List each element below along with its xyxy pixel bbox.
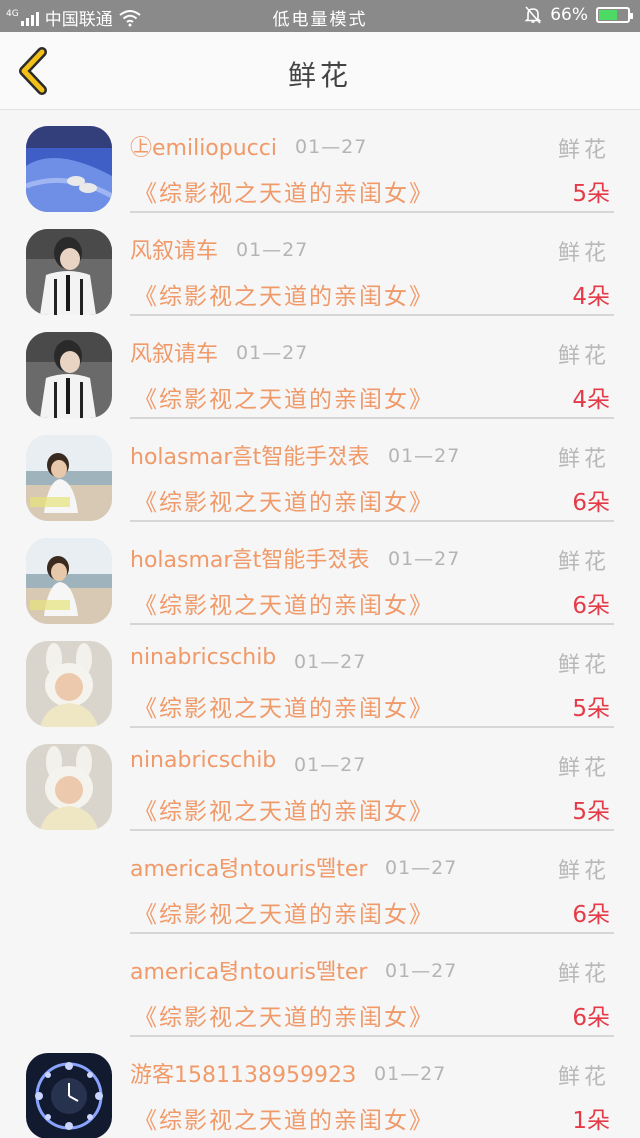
gift-type: 鲜花 bbox=[557, 138, 610, 163]
gift-count: 5朵 bbox=[572, 181, 610, 207]
list-item[interactable]: holasmar흠t智能手졌表 01—27 鲜花《综影视之天道的亲闺女》 6朵 bbox=[0, 425, 640, 528]
status-right: 66% bbox=[524, 5, 633, 25]
nav-bar: 鲜花 bbox=[0, 32, 640, 110]
book-title[interactable]: 《综影视之天道的亲闺女》 bbox=[134, 586, 434, 620]
gift-type: 鲜花 bbox=[557, 550, 610, 575]
book-title[interactable]: 《综影视之天道的亲闺女》 bbox=[134, 792, 434, 826]
book-title[interactable]: 《综影视之天道的亲闺女》 bbox=[134, 277, 434, 311]
sender-name[interactable]: holasmar흠t智能手졌表 bbox=[130, 439, 370, 471]
avatar[interactable] bbox=[26, 126, 112, 212]
gift-count: 6朵 bbox=[572, 490, 610, 516]
sender-name[interactable]: america텽ntouris뗄ter bbox=[130, 851, 367, 883]
row-divider bbox=[130, 829, 614, 831]
sender-name[interactable]: ninabricschib bbox=[130, 748, 276, 773]
sender-name[interactable]: 风叙请车 bbox=[130, 336, 218, 368]
sender-name[interactable]: ㊤emiliopucci bbox=[130, 130, 277, 162]
row-divider bbox=[130, 314, 614, 316]
avatar[interactable] bbox=[26, 538, 112, 624]
sender-name[interactable]: america텽ntouris뗄ter bbox=[130, 954, 367, 986]
gift-count: 6朵 bbox=[572, 593, 610, 619]
list-item[interactable]: holasmar흠t智能手졌表 01—27 鲜花《综影视之天道的亲闺女》 6朵 bbox=[0, 528, 640, 631]
gift-type: 鲜花 bbox=[557, 962, 610, 987]
sender-name[interactable]: 风叙请车 bbox=[130, 233, 218, 265]
row-divider bbox=[130, 211, 614, 213]
list-item[interactable]: america텽ntouris뗄ter 01—27 鲜花《综影视之天道的亲闺女》 6朵 bbox=[0, 837, 640, 940]
avatar[interactable] bbox=[26, 744, 112, 830]
book-title[interactable]: 《综影视之天道的亲闺女》 bbox=[134, 689, 434, 723]
row-divider bbox=[130, 1035, 614, 1037]
gift-type: 鲜花 bbox=[557, 447, 610, 472]
row-divider bbox=[130, 726, 614, 728]
gift-count: 6朵 bbox=[572, 902, 610, 928]
sender-name[interactable]: ninabricschib bbox=[130, 645, 276, 670]
book-title[interactable]: 《综影视之天道的亲闺女》 bbox=[134, 895, 434, 929]
gift-count: 5朵 bbox=[572, 799, 610, 825]
battery-icon bbox=[596, 7, 633, 23]
list-item[interactable]: america텽ntouris뗄ter 01—27 鲜花《综影视之天道的亲闺女》 6朵 bbox=[0, 940, 640, 1043]
gift-date: 01—27 bbox=[385, 960, 458, 982]
row-divider bbox=[130, 417, 614, 419]
list-item[interactable]: 风叙请车 01—27 鲜花《综影视之天道的亲闺女》 4朵 bbox=[0, 219, 640, 322]
avatar[interactable] bbox=[26, 435, 112, 521]
gift-type: 鲜花 bbox=[557, 653, 610, 678]
sender-name[interactable]: 游客158113895992З bbox=[130, 1057, 356, 1089]
list-item[interactable]: 游客158113895992З 01—27 鲜花《综影视之天道的亲闺女》 1朵 bbox=[0, 1043, 640, 1138]
gift-count: 6朵 bbox=[572, 1005, 610, 1031]
gift-type: 鲜花 bbox=[557, 344, 610, 369]
row-divider bbox=[130, 623, 614, 625]
book-title[interactable]: 《综影视之天道的亲闺女》 bbox=[134, 1101, 434, 1135]
list-item[interactable]: ㊤emiliopucci 01—27 鲜花《综影视之天道的亲闺女》 5朵 bbox=[0, 116, 640, 219]
battery-fill bbox=[599, 10, 618, 20]
gift-count: 1朵 bbox=[572, 1108, 610, 1134]
gift-date: 01—27 bbox=[294, 651, 367, 673]
sender-name[interactable]: holasmar흠t智能手졌表 bbox=[130, 542, 370, 574]
book-title[interactable]: 《综影视之天道的亲闺女》 bbox=[134, 174, 434, 208]
avatar[interactable] bbox=[26, 229, 112, 315]
gift-count: 5朵 bbox=[572, 696, 610, 722]
book-title[interactable]: 《综影视之天道的亲闺女》 bbox=[134, 998, 434, 1032]
mute-icon bbox=[524, 6, 542, 24]
gift-count: 4朵 bbox=[572, 284, 610, 310]
gift-date: 01—27 bbox=[388, 548, 461, 570]
gift-date: 01—27 bbox=[236, 239, 309, 261]
flower-gift-list: ㊤emiliopucci 01—27 鲜花 《综影视之天道的亲闺女》 5朵 风叙请车 01—… bbox=[0, 116, 640, 1138]
book-title[interactable]: 《综影视之天道的亲闺女》 bbox=[134, 380, 434, 414]
row-divider bbox=[130, 520, 614, 522]
status-bar: 4G 中国联通 低电量模式 66% bbox=[0, 0, 640, 32]
list-item[interactable]: ninabricschib 01—27 鲜花《综影视之天道的亲闺女》 5朵 bbox=[0, 734, 640, 837]
gift-date: 01—27 bbox=[236, 342, 309, 364]
gift-date: 01—27 bbox=[295, 136, 368, 158]
book-title[interactable]: 《综影视之天道的亲闺女》 bbox=[134, 483, 434, 517]
list-item[interactable]: ninabricschib 01—27 鲜花《综影视之天道的亲闺女》 5朵 bbox=[0, 631, 640, 734]
gift-type: 鲜花 bbox=[557, 756, 610, 781]
gift-date: 01—27 bbox=[385, 857, 458, 879]
list-item[interactable]: 风叙请车 01—27 鲜花《综影视之天道的亲闺女》 4朵 bbox=[0, 322, 640, 425]
gift-type: 鲜花 bbox=[557, 1065, 610, 1090]
avatar[interactable] bbox=[26, 1053, 112, 1138]
gift-date: 01—27 bbox=[294, 754, 367, 776]
gift-type: 鲜花 bbox=[557, 859, 610, 884]
battery-percent: 66% bbox=[550, 5, 588, 25]
gift-date: 01—27 bbox=[374, 1063, 447, 1085]
avatar[interactable] bbox=[26, 641, 112, 727]
page-title: 鲜花 bbox=[287, 59, 352, 92]
avatar[interactable] bbox=[26, 332, 112, 418]
gift-count: 4朵 bbox=[572, 387, 610, 413]
gift-date: 01—27 bbox=[388, 445, 461, 467]
row-divider bbox=[130, 932, 614, 934]
gift-type: 鲜花 bbox=[557, 241, 610, 266]
